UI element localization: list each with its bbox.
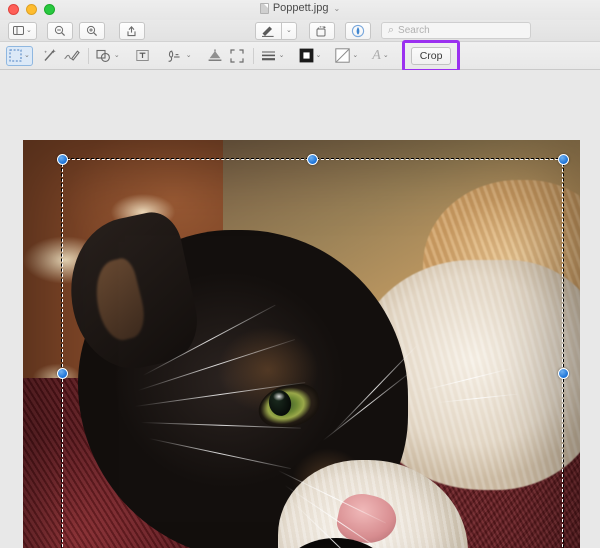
adjust-color-icon (208, 48, 222, 61)
chevron-down-icon: ⌄ (278, 52, 285, 59)
search-icon: ⌕ (387, 24, 395, 36)
chevron-down-icon: ⌄ (352, 52, 359, 59)
preview-window: Poppett.jpg ⌄ ⌄ ⌄ ⌕ Search ⌄ ⌄ ⌄ ⌄ ⌄ ⌄ A… (0, 0, 600, 548)
fill-color-icon (335, 48, 351, 63)
rotate-group (308, 21, 335, 40)
window-title: Poppett.jpg (272, 2, 329, 14)
zoom-group (46, 21, 105, 40)
markup-item-fill-color[interactable]: ⌄ (333, 46, 360, 66)
search-input[interactable]: Search (398, 25, 430, 36)
zoom-in-button[interactable] (78, 21, 105, 40)
shape-style-icon (261, 51, 275, 61)
crop-button-wrapper: Crop (401, 39, 461, 72)
crop-button-label: Crop (419, 49, 443, 62)
zoom-out-button[interactable] (46, 21, 73, 40)
markup-item-text-style[interactable]: A ⌄ (370, 46, 390, 66)
handle-top-right[interactable] (558, 154, 569, 165)
markup-options-button[interactable]: ⌄ (280, 21, 297, 40)
rotate-button[interactable] (308, 21, 335, 40)
chevron-down-icon: ⌄ (113, 52, 120, 59)
chevron-down-icon: ⌄ (185, 52, 192, 59)
annotate-icon (351, 24, 365, 37)
chevron-down-icon: ⌄ (285, 27, 292, 34)
sidebar-button[interactable]: ⌄ (8, 21, 37, 40)
chevron-down-icon: ⌄ (26, 27, 32, 34)
chevron-down-icon: ⌄ (315, 52, 322, 59)
markup-item-adjust-color[interactable] (204, 46, 226, 66)
markup-item-sketch-tool[interactable] (61, 46, 83, 66)
markup-item-sign-tool[interactable]: ⌄ (164, 46, 194, 66)
text-box-icon (136, 50, 149, 61)
markup-item-adjust-size[interactable] (226, 46, 248, 66)
share-group (118, 21, 145, 40)
zoom-in-icon (86, 25, 97, 36)
zoom-out-icon (54, 25, 65, 36)
rect-select-icon (9, 49, 22, 62)
close-button[interactable] (8, 4, 19, 15)
share-icon (127, 25, 136, 36)
maximize-button[interactable] (44, 4, 55, 15)
crop-button[interactable]: Crop (410, 46, 452, 65)
search-field[interactable]: ⌕ Search (380, 22, 531, 39)
chevron-down-icon: ⌄ (382, 52, 389, 59)
markup-item-selection-tool[interactable]: ⌄ (6, 45, 33, 66)
chevron-down-icon: ⌄ (24, 52, 30, 59)
annotate-button[interactable] (344, 21, 371, 40)
toolbar-divider (252, 47, 254, 64)
shapes-icon (96, 49, 110, 62)
crop-selection-rectangle[interactable] (57, 154, 569, 548)
annotate-group (344, 21, 371, 40)
handle-middle-left[interactable] (57, 368, 68, 379)
share-button[interactable] (118, 21, 145, 40)
markup-toggle-button[interactable] (254, 21, 281, 40)
markup-item-instant-alpha[interactable] (39, 46, 61, 66)
markup-item-shape-style[interactable]: ⌄ (259, 46, 287, 66)
border-color-icon (299, 48, 313, 63)
markup-group: ⌄ (254, 21, 297, 40)
signature-icon (168, 49, 180, 62)
title-bar: Poppett.jpg ⌄ (0, 0, 600, 20)
minimize-button[interactable] (26, 4, 37, 15)
markup-item-text-tool[interactable] (132, 46, 154, 66)
main-toolbar: ⌄ ⌄ ⌕ Search (0, 20, 600, 42)
handle-middle-right[interactable] (558, 368, 569, 379)
sidebar-icon (13, 26, 24, 35)
document-icon (259, 2, 269, 14)
sketch-icon (64, 49, 81, 61)
markup-toolbar: ⌄ ⌄ ⌄ ⌄ ⌄ ⌄ A ⌄ Crop (0, 39, 600, 72)
handle-top-center[interactable] (307, 154, 318, 165)
sidebar-group: ⌄ (8, 21, 37, 40)
traffic-lights (8, 4, 55, 15)
window-title-group: Poppett.jpg ⌄ (0, 2, 600, 14)
toolbar-divider (87, 47, 89, 64)
markup-pen-icon (262, 26, 274, 37)
markup-item-shapes-tool[interactable]: ⌄ (94, 46, 122, 66)
markup-item-border-color[interactable]: ⌄ (297, 46, 324, 66)
image-canvas[interactable] (0, 70, 600, 548)
handle-top-left[interactable] (57, 154, 68, 165)
rotate-icon (316, 25, 326, 36)
magic-wand-icon (44, 49, 57, 61)
text-style-label: A (372, 47, 381, 63)
adjust-size-icon (230, 48, 244, 63)
chevron-down-icon[interactable]: ⌄ (333, 4, 340, 13)
